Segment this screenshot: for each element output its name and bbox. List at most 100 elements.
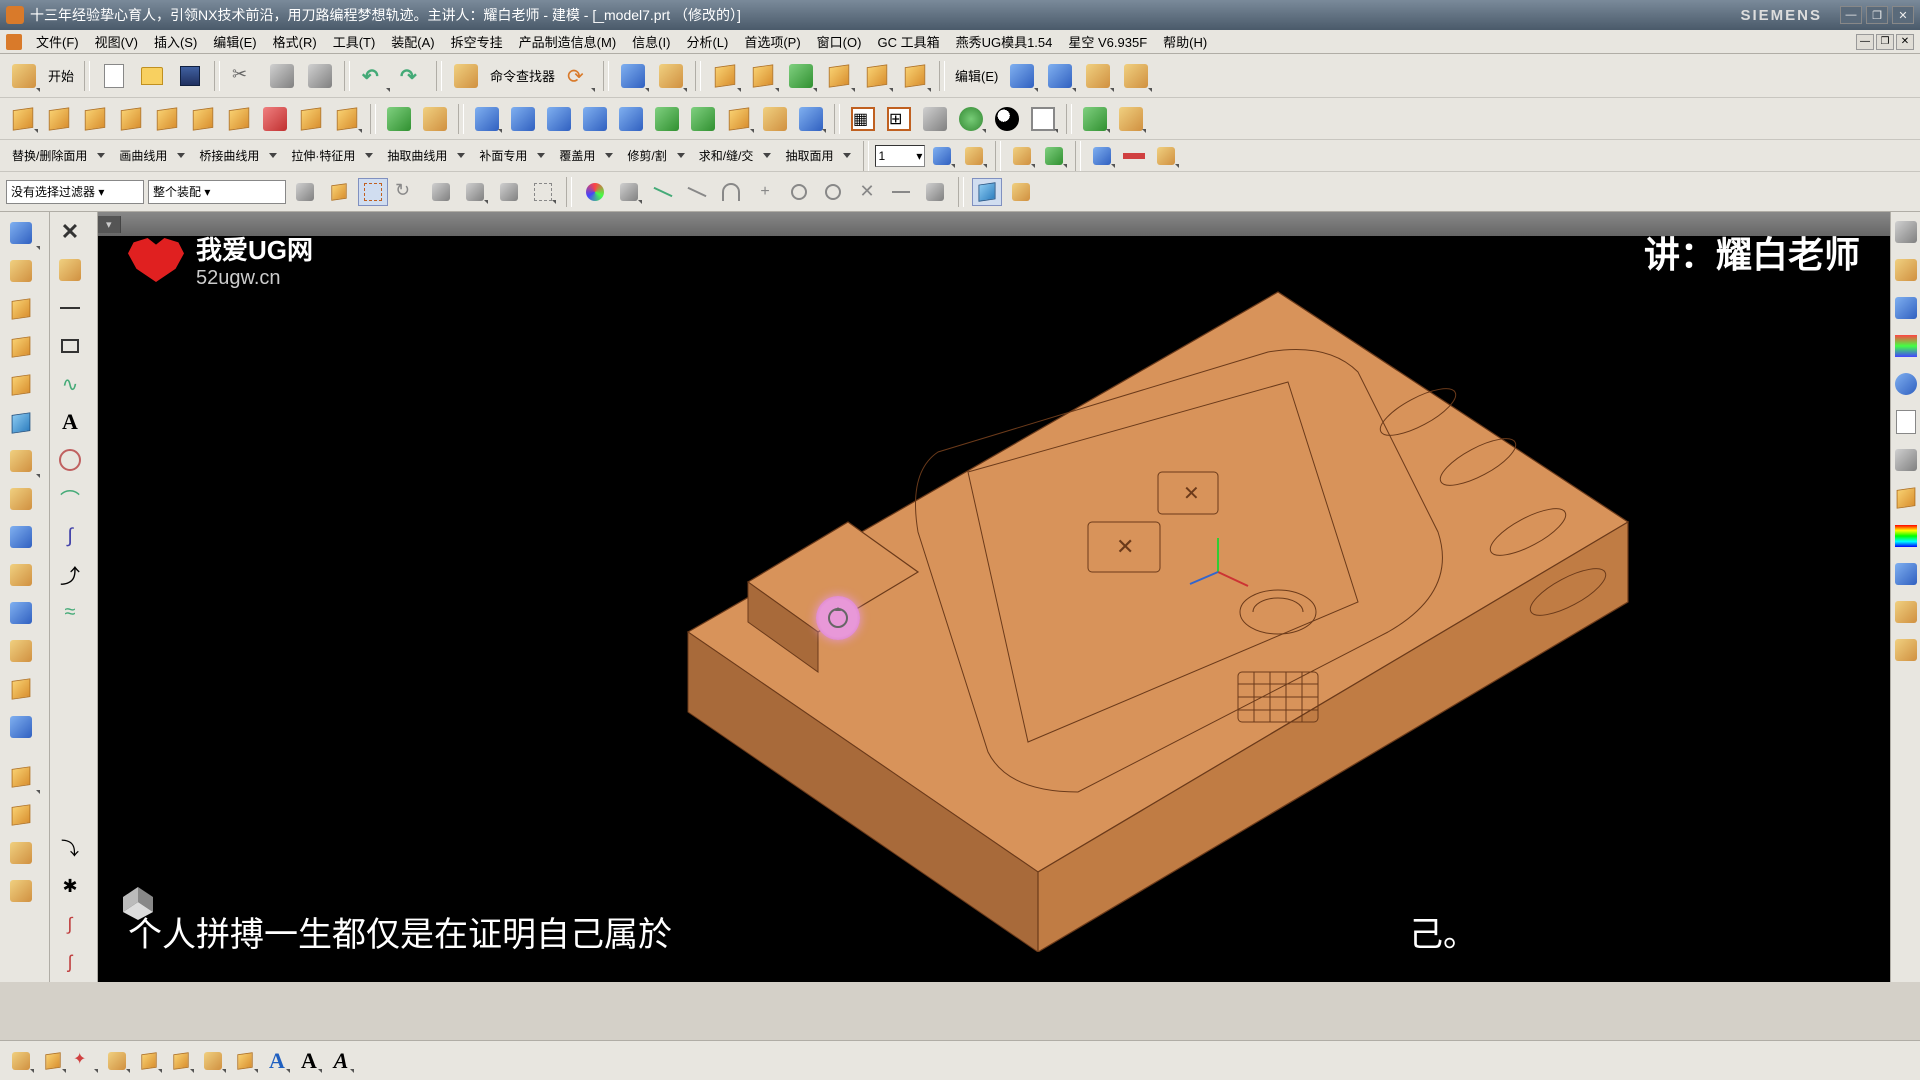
unite-button[interactable] bbox=[859, 58, 895, 94]
bb-btn4[interactable] bbox=[102, 1047, 132, 1075]
menu-edit[interactable]: 编辑(E) bbox=[205, 30, 264, 53]
snap-cross[interactable]: ✕ bbox=[852, 178, 882, 206]
rb-partnav-icon[interactable] bbox=[1888, 216, 1920, 248]
snap-tangent[interactable] bbox=[886, 178, 916, 206]
lr2-tan4-icon[interactable]: ʃ bbox=[52, 946, 88, 978]
lr2-pencil-icon[interactable] bbox=[52, 254, 88, 286]
grp-boolean[interactable]: 求和/缝/交 bbox=[693, 145, 760, 166]
cylinder-button[interactable] bbox=[42, 103, 76, 135]
lr2-curve2-icon[interactable]: ⌒ bbox=[52, 482, 88, 514]
split-button[interactable] bbox=[418, 103, 452, 135]
surface2-button[interactable] bbox=[506, 103, 540, 135]
lr1-surf6-icon[interactable] bbox=[2, 710, 40, 744]
lr2-spline-icon[interactable]: ∿ bbox=[52, 368, 88, 400]
rb-help-icon[interactable] bbox=[1888, 634, 1920, 666]
grp-bridge[interactable]: 桥接曲线用 bbox=[193, 145, 265, 166]
bb-textA1[interactable]: A bbox=[262, 1047, 292, 1075]
view-shade-button[interactable] bbox=[918, 103, 952, 135]
lr1-cubeb-icon[interactable] bbox=[2, 406, 40, 440]
r3-btn1[interactable] bbox=[927, 142, 957, 170]
r3-btn6[interactable] bbox=[1119, 142, 1149, 170]
menu-help[interactable]: 帮助(H) bbox=[1155, 30, 1215, 53]
cone-button[interactable] bbox=[78, 103, 112, 135]
trim-button[interactable] bbox=[382, 103, 416, 135]
rb-assembly-icon[interactable] bbox=[1888, 254, 1920, 286]
view-style-button[interactable] bbox=[1026, 103, 1060, 135]
snap-circle2[interactable] bbox=[818, 178, 848, 206]
grp-extrude[interactable]: 拉伸·特征用 bbox=[285, 145, 361, 166]
bb-btn5[interactable] bbox=[134, 1047, 164, 1075]
bb-textA3[interactable]: A bbox=[326, 1047, 356, 1075]
redo-button[interactable]: ↷ bbox=[394, 58, 430, 94]
menu-xingkong[interactable]: 星空 V6.935F bbox=[1060, 30, 1155, 53]
undo-button[interactable]: ↶ bbox=[356, 58, 392, 94]
sel-btn5[interactable] bbox=[426, 178, 456, 206]
lr2-curve1-icon[interactable] bbox=[52, 444, 88, 476]
grp-replace[interactable]: 替换/删除面用 bbox=[6, 145, 93, 166]
revolve-button[interactable] bbox=[745, 58, 781, 94]
menu-window[interactable]: 窗口(O) bbox=[809, 30, 870, 53]
lr1-cut2-icon[interactable] bbox=[2, 798, 40, 832]
grp-curve[interactable]: 画曲线用 bbox=[113, 145, 173, 166]
layer-number-input[interactable]: 1▾ bbox=[875, 145, 925, 167]
lr1-sketch-icon[interactable] bbox=[2, 216, 40, 250]
lr2-rect-icon[interactable] bbox=[52, 330, 88, 362]
grp-extractface[interactable]: 抽取面用 bbox=[779, 145, 839, 166]
new-button[interactable] bbox=[96, 58, 132, 94]
menu-analysis[interactable]: 分析(L) bbox=[678, 30, 736, 53]
bb-btn3[interactable]: ✦ bbox=[70, 1047, 100, 1075]
sphere-button[interactable] bbox=[114, 103, 148, 135]
pocket-button[interactable] bbox=[222, 103, 256, 135]
menu-assembly[interactable]: 装配(A) bbox=[383, 30, 442, 53]
menu-gctoolbox[interactable]: GC 工具箱 bbox=[869, 30, 947, 53]
sel-btn1[interactable] bbox=[290, 178, 320, 206]
snap-btn1[interactable] bbox=[580, 178, 610, 206]
lr1-cube2-icon[interactable] bbox=[2, 330, 40, 364]
sketch-button[interactable] bbox=[653, 58, 689, 94]
lr1-cube1-icon[interactable] bbox=[2, 292, 40, 326]
lr1-cut1-icon[interactable] bbox=[2, 760, 40, 794]
lr2-x-icon[interactable]: ✕ bbox=[52, 216, 88, 248]
draft-button[interactable] bbox=[1080, 58, 1116, 94]
selection-filter-select[interactable]: 没有选择过滤器 ▾ bbox=[6, 180, 144, 204]
lr1-cut3-icon[interactable] bbox=[2, 836, 40, 870]
copy-button[interactable] bbox=[264, 58, 300, 94]
lr1-surf3-icon[interactable] bbox=[2, 596, 40, 630]
lr2-tan1-icon[interactable]: ⤵ bbox=[52, 832, 88, 864]
snap-solid[interactable] bbox=[920, 178, 950, 206]
lr2-curve3-icon[interactable]: ∫ bbox=[52, 520, 88, 552]
slot-button[interactable] bbox=[294, 103, 328, 135]
rb-render-icon[interactable] bbox=[1888, 520, 1920, 552]
menu-yanxiu[interactable]: 燕秀UG模具1.54 bbox=[948, 30, 1061, 53]
wcs-button[interactable] bbox=[1078, 103, 1112, 135]
more-feature-button[interactable] bbox=[1118, 58, 1154, 94]
rb-materials-icon[interactable] bbox=[1888, 482, 1920, 514]
viewport-tab[interactable]: ▾ bbox=[98, 216, 121, 233]
surface9-button[interactable] bbox=[758, 103, 792, 135]
3d-viewport[interactable]: ▾ 我爱UG网 52ugw.cn 讲：耀白老师 个人拼搏一生都仅是在证明自己属於… bbox=[98, 212, 1890, 982]
grp-patch[interactable]: 补面专用 bbox=[473, 145, 533, 166]
rb-constraint-icon[interactable] bbox=[1888, 292, 1920, 324]
start-button[interactable] bbox=[6, 58, 42, 94]
lr1-surf1-icon[interactable] bbox=[2, 482, 40, 516]
sel-btn6[interactable] bbox=[460, 178, 490, 206]
lr2-curve4-icon[interactable]: ⤴ bbox=[52, 558, 88, 590]
snap-line1[interactable] bbox=[648, 178, 678, 206]
lr2-tan2-icon[interactable]: ✱ bbox=[52, 870, 88, 902]
lr1-cube3-icon[interactable] bbox=[2, 368, 40, 402]
lr2-line-icon[interactable] bbox=[52, 292, 88, 324]
menu-format[interactable]: 格式(R) bbox=[265, 30, 325, 53]
lr1-cut4-icon[interactable] bbox=[2, 874, 40, 908]
tube-button[interactable] bbox=[150, 103, 184, 135]
menu-file[interactable]: 文件(F) bbox=[28, 30, 87, 53]
snap-circle1[interactable] bbox=[784, 178, 814, 206]
groove-button[interactable] bbox=[330, 103, 364, 135]
menu-split[interactable]: 拆空专挂 bbox=[443, 30, 511, 53]
grp-trim[interactable]: 修剪/割 bbox=[621, 145, 672, 166]
display-tools-button[interactable] bbox=[1006, 178, 1036, 206]
lr1-surf2-icon[interactable] bbox=[2, 558, 40, 592]
lr2-curve5-icon[interactable]: ≈ bbox=[52, 596, 88, 628]
surface1-button[interactable] bbox=[470, 103, 504, 135]
sel-btn7[interactable] bbox=[494, 178, 524, 206]
bb-btn2[interactable] bbox=[38, 1047, 68, 1075]
